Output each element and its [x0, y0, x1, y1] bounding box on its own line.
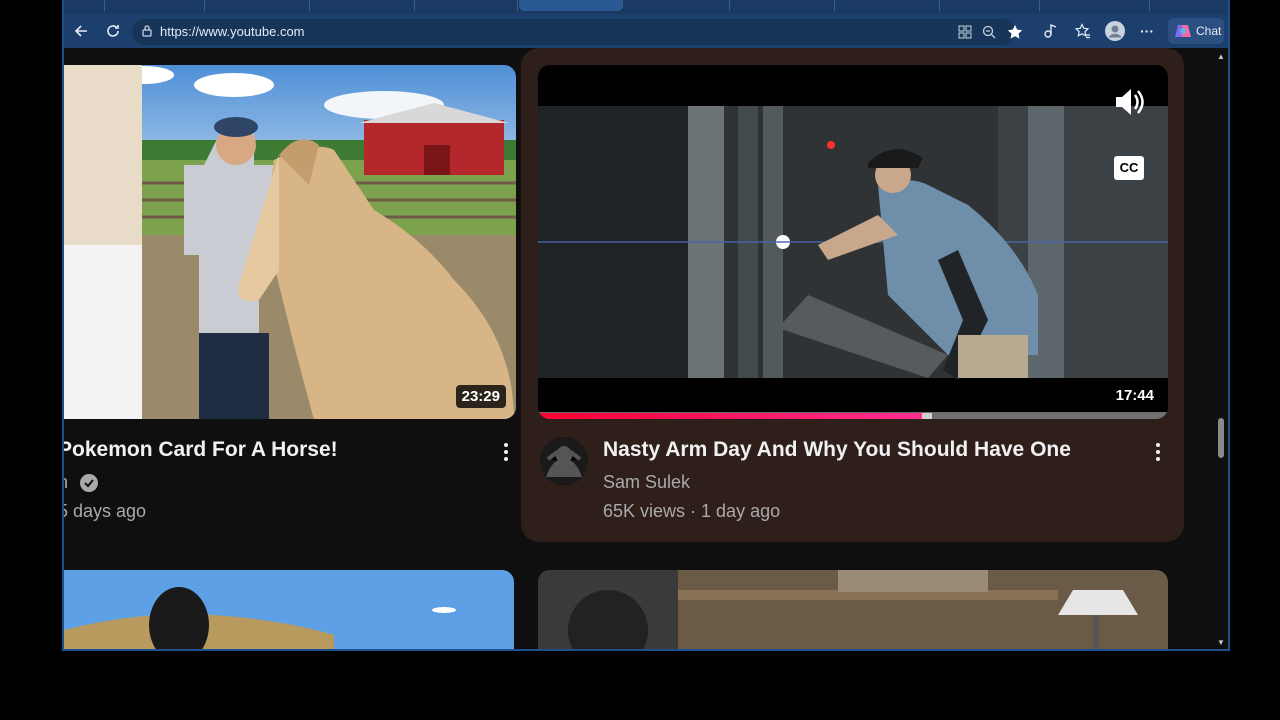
copilot-icon — [1174, 22, 1192, 45]
scroll-up-icon[interactable]: ▲ — [1217, 52, 1225, 61]
scroll-down-icon[interactable]: ▼ — [1217, 638, 1225, 647]
refresh-icon[interactable] — [102, 20, 124, 42]
more-icon[interactable]: ··· — [1136, 20, 1158, 42]
scrollbar-thumb[interactable] — [1218, 418, 1224, 458]
video-thumbnail-3[interactable] — [64, 570, 514, 649]
page-scrollbar[interactable]: ▲ ▼ — [1214, 48, 1228, 649]
cc-icon[interactable]: CC — [1114, 156, 1144, 180]
copilot-chat-button[interactable]: Chat — [1168, 18, 1224, 44]
tab[interactable] — [104, 0, 205, 11]
chat-label: Chat — [1196, 24, 1222, 38]
profile-icon[interactable] — [1104, 20, 1126, 42]
video-title-2[interactable]: Nasty Arm Day And Why You Should Have On… — [603, 438, 1071, 462]
video-duration-badge-2: 17:44 — [1115, 387, 1154, 404]
video-thumbnail-1[interactable]: 23:29 — [64, 65, 516, 419]
video-views-age-2: 65K views · 1 day ago — [603, 501, 781, 521]
tab[interactable] — [64, 0, 105, 11]
tab[interactable] — [834, 0, 940, 11]
channel-avatar[interactable] — [540, 437, 588, 485]
tab[interactable] — [729, 0, 835, 11]
video-title-1[interactable]: Pokemon Card For A Horse! — [64, 438, 338, 462]
zoom-icon[interactable] — [978, 21, 1000, 43]
kebab-icon[interactable] — [496, 440, 516, 464]
video-thumbnail-2[interactable]: CC 17:44 — [538, 65, 1168, 419]
tab[interactable] — [309, 0, 415, 11]
tab[interactable] — [204, 0, 310, 11]
browser-window: https://www.youtube.com ··· Chat 23:29 C… — [62, 0, 1230, 651]
apps-icon[interactable] — [954, 21, 976, 43]
progress-handle[interactable] — [922, 413, 933, 419]
video-age-1: 5 days ago — [64, 501, 147, 521]
tab[interactable] — [624, 0, 730, 11]
progress-fill — [538, 413, 923, 419]
media-icon[interactable] — [1040, 20, 1062, 42]
volume-icon[interactable] — [1112, 85, 1146, 124]
tab-strip — [64, 0, 1228, 14]
star-icon[interactable] — [1004, 21, 1026, 43]
tab[interactable] — [939, 0, 1040, 11]
channel-name-2[interactable]: Sam Sulek — [603, 472, 690, 493]
favorites-icon[interactable] — [1072, 20, 1094, 42]
tab[interactable] — [414, 0, 518, 11]
browser-toolbar: https://www.youtube.com ··· Chat — [64, 14, 1228, 48]
back-icon[interactable] — [70, 20, 92, 42]
channel-name-1[interactable]: n — [64, 472, 68, 493]
verified-icon — [80, 474, 98, 497]
tab-active[interactable] — [519, 0, 623, 11]
youtube-feed: 23:29 CC 17:44 Pokemon Card For A Horse!… — [64, 48, 1216, 649]
video-thumbnail-4[interactable] — [538, 570, 1168, 649]
tab[interactable] — [1039, 0, 1150, 11]
address-bar[interactable]: https://www.youtube.com — [132, 19, 1023, 45]
url-text: https://www.youtube.com — [160, 24, 305, 39]
kebab-icon[interactable] — [1148, 440, 1168, 464]
lock-icon[interactable] — [140, 24, 154, 43]
progress-bar[interactable] — [538, 413, 1168, 419]
video-duration-badge-1: 23:29 — [455, 385, 506, 408]
